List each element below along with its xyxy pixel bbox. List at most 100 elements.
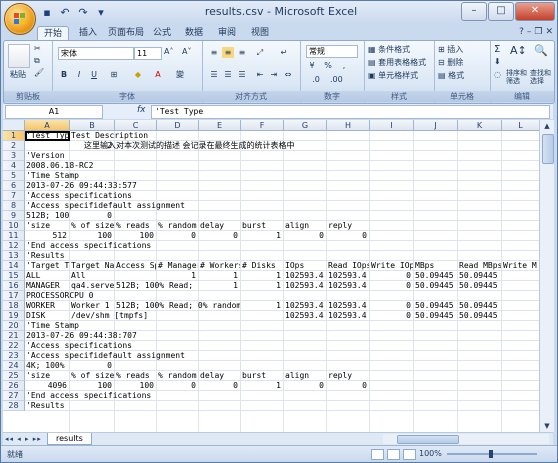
format-cells-button[interactable]: ▤ 格式	[438, 70, 464, 81]
row-header[interactable]: 4	[3, 161, 25, 171]
insert-function-button[interactable]: fx	[137, 105, 146, 115]
row-header[interactable]: 27	[3, 391, 25, 401]
cell[interactable]: 100	[115, 231, 154, 241]
cell[interactable]: All	[71, 271, 156, 281]
cell[interactable]: % random	[158, 371, 198, 381]
align-left-icon[interactable]: ☰	[208, 69, 220, 80]
cell[interactable]: 50.09445	[415, 311, 457, 321]
column-header-l[interactable]: L	[502, 120, 539, 131]
cell[interactable]: 'Access specifidefault assignment	[26, 201, 185, 211]
align-center-icon[interactable]: ☰	[222, 69, 234, 80]
autosum-button[interactable]: Σ	[494, 44, 500, 55]
cell[interactable]: 1	[241, 301, 281, 311]
cell[interactable]: align	[285, 221, 326, 231]
zoom-slider[interactable]	[447, 450, 537, 458]
fill-color-icon[interactable]: ◆	[132, 69, 144, 80]
cell[interactable]: % random	[158, 221, 198, 231]
paste-icon[interactable]	[8, 44, 30, 68]
font-size-field[interactable]: 11	[134, 47, 162, 60]
normal-view-icon[interactable]	[371, 449, 384, 460]
row-header[interactable]: 13	[3, 251, 25, 261]
row-header[interactable]: 22	[3, 341, 25, 351]
cell[interactable]: # Disks	[242, 261, 283, 271]
cell[interactable]: 100	[70, 381, 112, 391]
vertical-scroll-thumb[interactable]	[542, 134, 554, 164]
cell[interactable]: 'Access specifications	[26, 341, 132, 351]
font-color-icon[interactable]: A	[152, 69, 164, 80]
cell[interactable]: delay	[200, 371, 240, 381]
cell[interactable]: 1	[199, 281, 238, 291]
cell[interactable]: IOps	[285, 261, 326, 271]
zoom-slider-knob[interactable]	[489, 450, 493, 458]
column-header-h[interactable]: H	[327, 120, 370, 131]
cell[interactable]: Read IOps	[328, 261, 369, 271]
find-select-icon[interactable]: 🔍	[534, 44, 548, 57]
tab-page-layout[interactable]: 页面布局	[102, 26, 150, 40]
increase-decimal-icon[interactable]: .0	[310, 74, 322, 85]
save-icon[interactable]: ▪	[39, 5, 55, 21]
cell[interactable]: 4K; 100%	[26, 361, 69, 371]
copy-icon[interactable]: ⧉	[34, 56, 40, 66]
tab-review[interactable]: 审阅	[212, 26, 242, 40]
cell[interactable]: 0	[157, 231, 196, 241]
help-icon[interactable]: ?	[519, 27, 524, 37]
formula-input[interactable]: 'Test Type	[151, 105, 550, 119]
cell[interactable]: 'Time Stamp	[26, 171, 79, 181]
cell[interactable]: 102593.4	[328, 301, 369, 311]
sort-filter-button[interactable]: 排序和筛选	[506, 69, 530, 85]
undo-icon[interactable]: ↶	[57, 5, 73, 21]
grow-font-icon[interactable]: A˄	[164, 47, 173, 56]
cell[interactable]: 'size	[26, 221, 69, 231]
row-header[interactable]: 2	[3, 141, 25, 151]
align-top-icon[interactable]: ≡	[208, 47, 220, 58]
cell[interactable]: 0	[199, 231, 238, 241]
row-header[interactable]: 3	[3, 151, 25, 161]
cell[interactable]: 512B; 100% Read; 0	[116, 281, 198, 291]
increase-indent-icon[interactable]: ⇥	[268, 69, 280, 80]
cell[interactable]: 0	[70, 211, 112, 221]
cell[interactable]: 0	[157, 381, 196, 391]
maximize-button[interactable]: □	[488, 2, 514, 21]
active-cell-a1[interactable]	[25, 131, 70, 141]
cell[interactable]: 102593.4	[328, 281, 369, 291]
cell[interactable]: 'Version	[26, 151, 65, 161]
cell[interactable]: Target Name	[71, 261, 114, 271]
phonetic-icon[interactable]: 變	[174, 69, 186, 80]
column-header-j[interactable]: J	[414, 120, 458, 131]
cell[interactable]: DISK	[26, 311, 69, 321]
row-header[interactable]: 11	[3, 231, 25, 241]
row-header[interactable]: 16	[3, 281, 25, 291]
orientation-icon[interactable]: ⤢	[254, 47, 266, 58]
cell[interactable]: 50.09445	[459, 311, 498, 321]
scroll-up-icon[interactable]: ▲	[540, 120, 554, 132]
office-button[interactable]	[4, 3, 36, 35]
cell[interactable]: 1	[157, 271, 196, 281]
row-header[interactable]: 15	[3, 271, 25, 281]
cell[interactable]: 0	[327, 231, 367, 241]
format-painter-icon[interactable]: 🖌	[34, 68, 44, 77]
cell[interactable]: Write M	[503, 261, 537, 271]
currency-icon[interactable]: ¥	[306, 60, 318, 71]
align-middle-icon[interactable]: ≡	[222, 47, 234, 58]
cell[interactable]: 512B; 100	[26, 211, 69, 221]
border-icon[interactable]: ⊞	[108, 69, 120, 80]
cell[interactable]: 102593.4	[285, 311, 326, 321]
wrap-text-icon[interactable]: ↵	[278, 47, 290, 58]
sort-filter-icon[interactable]: A↕	[510, 44, 527, 57]
column-header-b[interactable]: B	[70, 120, 115, 131]
cell[interactable]: 1	[241, 231, 281, 241]
cell[interactable]: 1	[199, 271, 238, 281]
cell[interactable]: 50.09445	[459, 271, 498, 281]
cell[interactable]: 102593.4	[285, 281, 326, 291]
column-header-c[interactable]: C	[115, 120, 157, 131]
row-header[interactable]: 25	[3, 371, 25, 381]
column-header-g[interactable]: G	[284, 120, 327, 131]
tab-view[interactable]: 视图	[245, 26, 275, 40]
cell[interactable]: 这里输入对本次测试的描述 会记录在最终生成的统计表格中	[84, 141, 295, 151]
column-header-e[interactable]: E	[199, 120, 241, 131]
dropdown-icon[interactable]: ▾	[93, 5, 109, 21]
cell[interactable]: 0	[70, 361, 112, 371]
row-header[interactable]: 10	[3, 221, 25, 231]
cell[interactable]: % of size	[71, 221, 114, 231]
name-box[interactable]: A1	[5, 105, 103, 119]
